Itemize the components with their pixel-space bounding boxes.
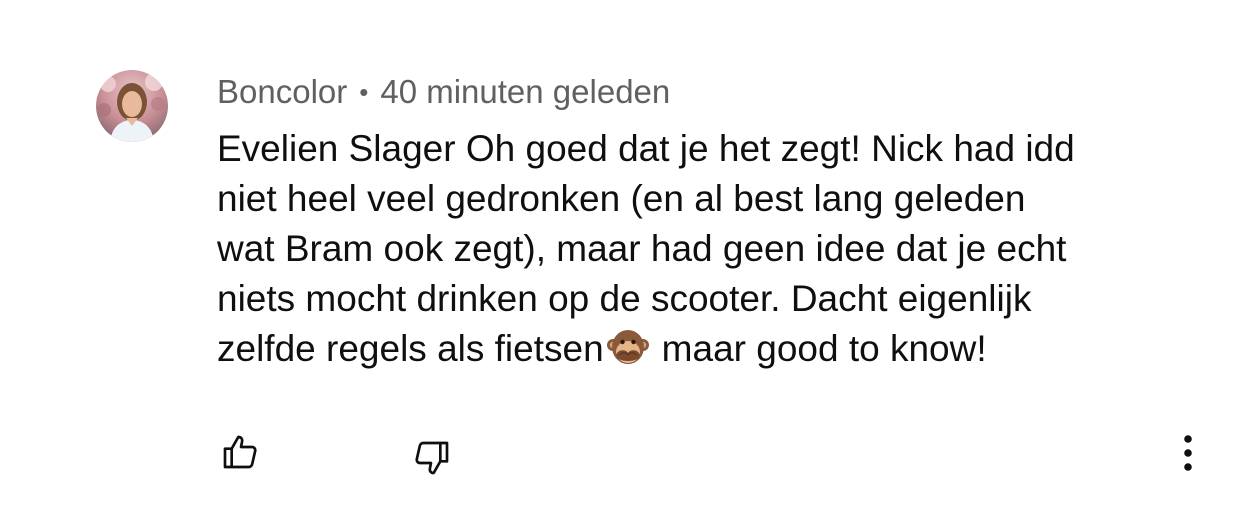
meta-separator: • xyxy=(359,76,369,107)
vertical-ellipsis-icon xyxy=(1184,435,1192,471)
comment-text-tail: maar good to know! xyxy=(661,328,987,369)
comment-text-line: wat Bram ook zegt), maar had geen idee d… xyxy=(217,228,1067,269)
comment-item: Boncolor • 40 minuten geleden Evelien Sl… xyxy=(0,0,1242,531)
comment-text: Evelien Slager Oh goed dat je het zegt! … xyxy=(217,124,1207,374)
comment-text-line: Evelien Slager Oh goed dat je het zegt! … xyxy=(217,128,1075,169)
avatar-image xyxy=(96,70,168,142)
comment-timestamp: 40 minuten geleden xyxy=(380,73,671,110)
comment-text-line-last: zelfde regels als fietsen maar good to k… xyxy=(217,324,1207,374)
dislike-button[interactable] xyxy=(404,430,460,486)
comment-meta: Boncolor • 40 minuten geleden xyxy=(217,70,670,114)
author-name[interactable]: Boncolor xyxy=(217,73,347,111)
thumbs-down-icon xyxy=(415,441,449,475)
more-options-button[interactable] xyxy=(1168,428,1208,478)
thumbs-up-icon xyxy=(223,435,257,469)
avatar[interactable] xyxy=(96,70,168,142)
comment-text-segment: zelfde regels als fietsen xyxy=(217,328,604,369)
comment-text-line: niets mocht drinken op de scooter. Dacht… xyxy=(217,278,1032,319)
like-button[interactable] xyxy=(212,424,268,480)
comment-text-line: niet heel veel gedronken (en al best lan… xyxy=(217,178,1026,219)
see-no-evil-monkey-icon xyxy=(606,325,650,369)
